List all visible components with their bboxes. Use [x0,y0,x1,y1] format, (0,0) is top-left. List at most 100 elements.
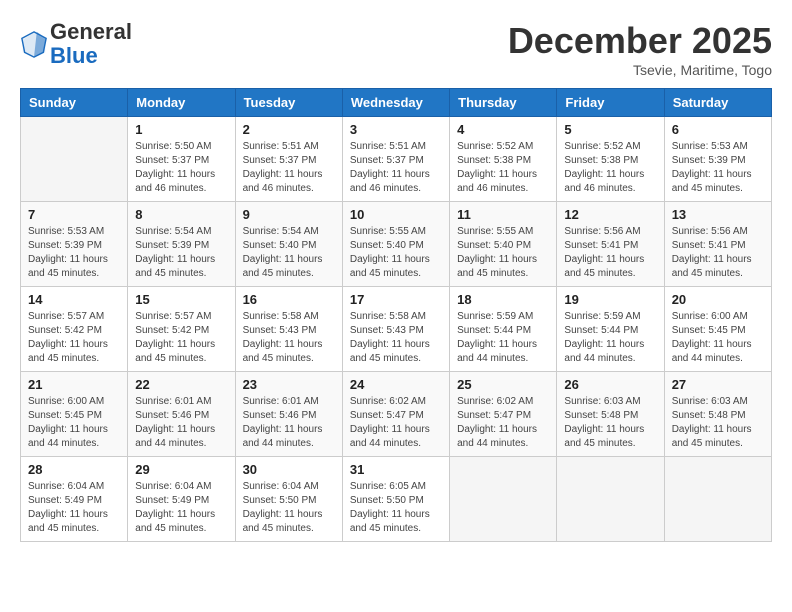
day-number: 2 [243,122,335,137]
day-info: Sunrise: 6:04 AMSunset: 5:49 PMDaylight:… [28,480,120,536]
day-number: 17 [350,292,442,307]
day-info: Sunrise: 6:03 AMSunset: 5:48 PMDaylight:… [672,395,764,451]
day-info: Sunrise: 5:53 AMSunset: 5:39 PMDaylight:… [672,140,764,196]
day-info: Sunrise: 5:54 AMSunset: 5:39 PMDaylight:… [135,225,227,281]
day-number: 15 [135,292,227,307]
weekday-saturday: Saturday [664,89,771,117]
day-number: 4 [457,122,549,137]
calendar-cell [664,457,771,542]
calendar-cell: 27 Sunrise: 6:03 AMSunset: 5:48 PMDayligh… [664,372,771,457]
day-info: Sunrise: 5:57 AMSunset: 5:42 PMDaylight:… [135,310,227,366]
calendar-cell: 15 Sunrise: 5:57 AMSunset: 5:42 PMDayligh… [128,287,235,372]
weekday-thursday: Thursday [450,89,557,117]
day-info: Sunrise: 5:50 AMSunset: 5:37 PMDaylight:… [135,140,227,196]
day-info: Sunrise: 6:04 AMSunset: 5:49 PMDaylight:… [135,480,227,536]
calendar-cell: 9Sunrise: 5:54 AMSunset: 5:40 PMDaylight… [235,202,342,287]
day-info: Sunrise: 5:58 AMSunset: 5:43 PMDaylight:… [350,310,442,366]
calendar-cell [450,457,557,542]
calendar-cell: 25Sunrise: 6:02 AMSunset: 5:47 PMDayligh… [450,372,557,457]
day-info: Sunrise: 5:51 AMSunset: 5:37 PMDaylight:… [350,140,442,196]
day-number: 30 [243,462,335,477]
day-info: Sunrise: 5:55 AMSunset: 5:40 PMDaylight:… [350,225,442,281]
calendar-cell: 20Sunrise: 6:00 AMSunset: 5:45 PMDayligh… [664,287,771,372]
calendar-cell [557,457,664,542]
weekday-tuesday: Tuesday [235,89,342,117]
logo-general: General [50,19,132,44]
calendar-body: 1 Sunrise: 5:50 AMSunset: 5:37 PMDaylight… [21,117,772,542]
calendar-cell: 2 Sunrise: 5:51 AMSunset: 5:37 PMDaylight… [235,117,342,202]
calendar-cell: 7 Sunrise: 5:53 AMSunset: 5:39 PMDaylight… [21,202,128,287]
calendar-cell: 31 Sunrise: 6:05 AMSunset: 5:50 PMDayligh… [342,457,449,542]
calendar-cell: 8 Sunrise: 5:54 AMSunset: 5:39 PMDaylight… [128,202,235,287]
calendar-cell: 24Sunrise: 6:02 AMSunset: 5:47 PMDayligh… [342,372,449,457]
calendar-cell: 6 Sunrise: 5:53 AMSunset: 5:39 PMDaylight… [664,117,771,202]
weekday-friday: Friday [557,89,664,117]
day-number: 7 [28,207,120,222]
day-number: 27 [672,377,764,392]
calendar-cell: 18 Sunrise: 5:59 AMSunset: 5:44 PMDayligh… [450,287,557,372]
day-number: 8 [135,207,227,222]
calendar-cell: 28Sunrise: 6:04 AMSunset: 5:49 PMDayligh… [21,457,128,542]
day-number: 22 [135,377,227,392]
day-number: 18 [457,292,549,307]
day-info: Sunrise: 5:52 AMSunset: 5:38 PMDaylight:… [564,140,656,196]
day-number: 5 [564,122,656,137]
day-info: Sunrise: 6:05 AMSunset: 5:50 PMDaylight:… [350,480,442,536]
day-info: Sunrise: 5:52 AMSunset: 5:38 PMDaylight:… [457,140,549,196]
calendar-cell: 12Sunrise: 5:56 AMSunset: 5:41 PMDayligh… [557,202,664,287]
day-info: Sunrise: 6:01 AMSunset: 5:46 PMDaylight:… [243,395,335,451]
month-title: December 2025 [508,20,772,62]
calendar-table: SundayMondayTuesdayWednesdayThursdayFrid… [20,88,772,542]
weekday-header-row: SundayMondayTuesdayWednesdayThursdayFrid… [21,89,772,117]
weekday-sunday: Sunday [21,89,128,117]
calendar-cell: 1 Sunrise: 5:50 AMSunset: 5:37 PMDaylight… [128,117,235,202]
calendar-week-3: 14 Sunrise: 5:57 AMSunset: 5:42 PMDayligh… [21,287,772,372]
calendar-cell: 10Sunrise: 5:55 AMSunset: 5:40 PMDayligh… [342,202,449,287]
logo-text: General Blue [50,20,132,68]
day-number: 1 [135,122,227,137]
calendar-cell: 5 Sunrise: 5:52 AMSunset: 5:38 PMDaylight… [557,117,664,202]
weekday-monday: Monday [128,89,235,117]
calendar-cell: 16Sunrise: 5:58 AMSunset: 5:43 PMDayligh… [235,287,342,372]
calendar-cell: 4 Sunrise: 5:52 AMSunset: 5:38 PMDaylight… [450,117,557,202]
calendar-cell: 14 Sunrise: 5:57 AMSunset: 5:42 PMDayligh… [21,287,128,372]
day-number: 23 [243,377,335,392]
calendar-week-2: 7 Sunrise: 5:53 AMSunset: 5:39 PMDaylight… [21,202,772,287]
day-number: 3 [350,122,442,137]
title-area: December 2025 Tsevie, Maritime, Togo [508,20,772,78]
calendar-cell: 23 Sunrise: 6:01 AMSunset: 5:46 PMDayligh… [235,372,342,457]
calendar-cell: 30 Sunrise: 6:04 AMSunset: 5:50 PMDayligh… [235,457,342,542]
calendar-cell: 29Sunrise: 6:04 AMSunset: 5:49 PMDayligh… [128,457,235,542]
calendar-cell: 26 Sunrise: 6:03 AMSunset: 5:48 PMDayligh… [557,372,664,457]
calendar-cell: 22Sunrise: 6:01 AMSunset: 5:46 PMDayligh… [128,372,235,457]
day-info: Sunrise: 6:04 AMSunset: 5:50 PMDaylight:… [243,480,335,536]
weekday-wednesday: Wednesday [342,89,449,117]
day-info: Sunrise: 5:51 AMSunset: 5:37 PMDaylight:… [243,140,335,196]
day-info: Sunrise: 5:54 AMSunset: 5:40 PMDaylight:… [243,225,335,281]
day-info: Sunrise: 5:59 AMSunset: 5:44 PMDaylight:… [457,310,549,366]
day-number: 20 [672,292,764,307]
day-info: Sunrise: 5:56 AMSunset: 5:41 PMDaylight:… [564,225,656,281]
day-info: Sunrise: 5:59 AMSunset: 5:44 PMDaylight:… [564,310,656,366]
calendar-cell: 11Sunrise: 5:55 AMSunset: 5:40 PMDayligh… [450,202,557,287]
calendar-cell: 13 Sunrise: 5:56 AMSunset: 5:41 PMDayligh… [664,202,771,287]
day-number: 26 [564,377,656,392]
calendar-week-5: 28Sunrise: 6:04 AMSunset: 5:49 PMDayligh… [21,457,772,542]
day-info: Sunrise: 5:56 AMSunset: 5:41 PMDaylight:… [672,225,764,281]
day-number: 21 [28,377,120,392]
day-number: 24 [350,377,442,392]
day-info: Sunrise: 6:03 AMSunset: 5:48 PMDaylight:… [564,395,656,451]
calendar-week-1: 1 Sunrise: 5:50 AMSunset: 5:37 PMDaylight… [21,117,772,202]
logo-blue: Blue [50,43,98,68]
day-number: 16 [243,292,335,307]
calendar-cell [21,117,128,202]
day-info: Sunrise: 6:00 AMSunset: 5:45 PMDaylight:… [28,395,120,451]
calendar-cell: 17 Sunrise: 5:58 AMSunset: 5:43 PMDayligh… [342,287,449,372]
day-number: 11 [457,207,549,222]
day-info: Sunrise: 5:57 AMSunset: 5:42 PMDaylight:… [28,310,120,366]
day-info: Sunrise: 5:53 AMSunset: 5:39 PMDaylight:… [28,225,120,281]
day-number: 6 [672,122,764,137]
day-number: 13 [672,207,764,222]
day-number: 14 [28,292,120,307]
day-number: 31 [350,462,442,477]
